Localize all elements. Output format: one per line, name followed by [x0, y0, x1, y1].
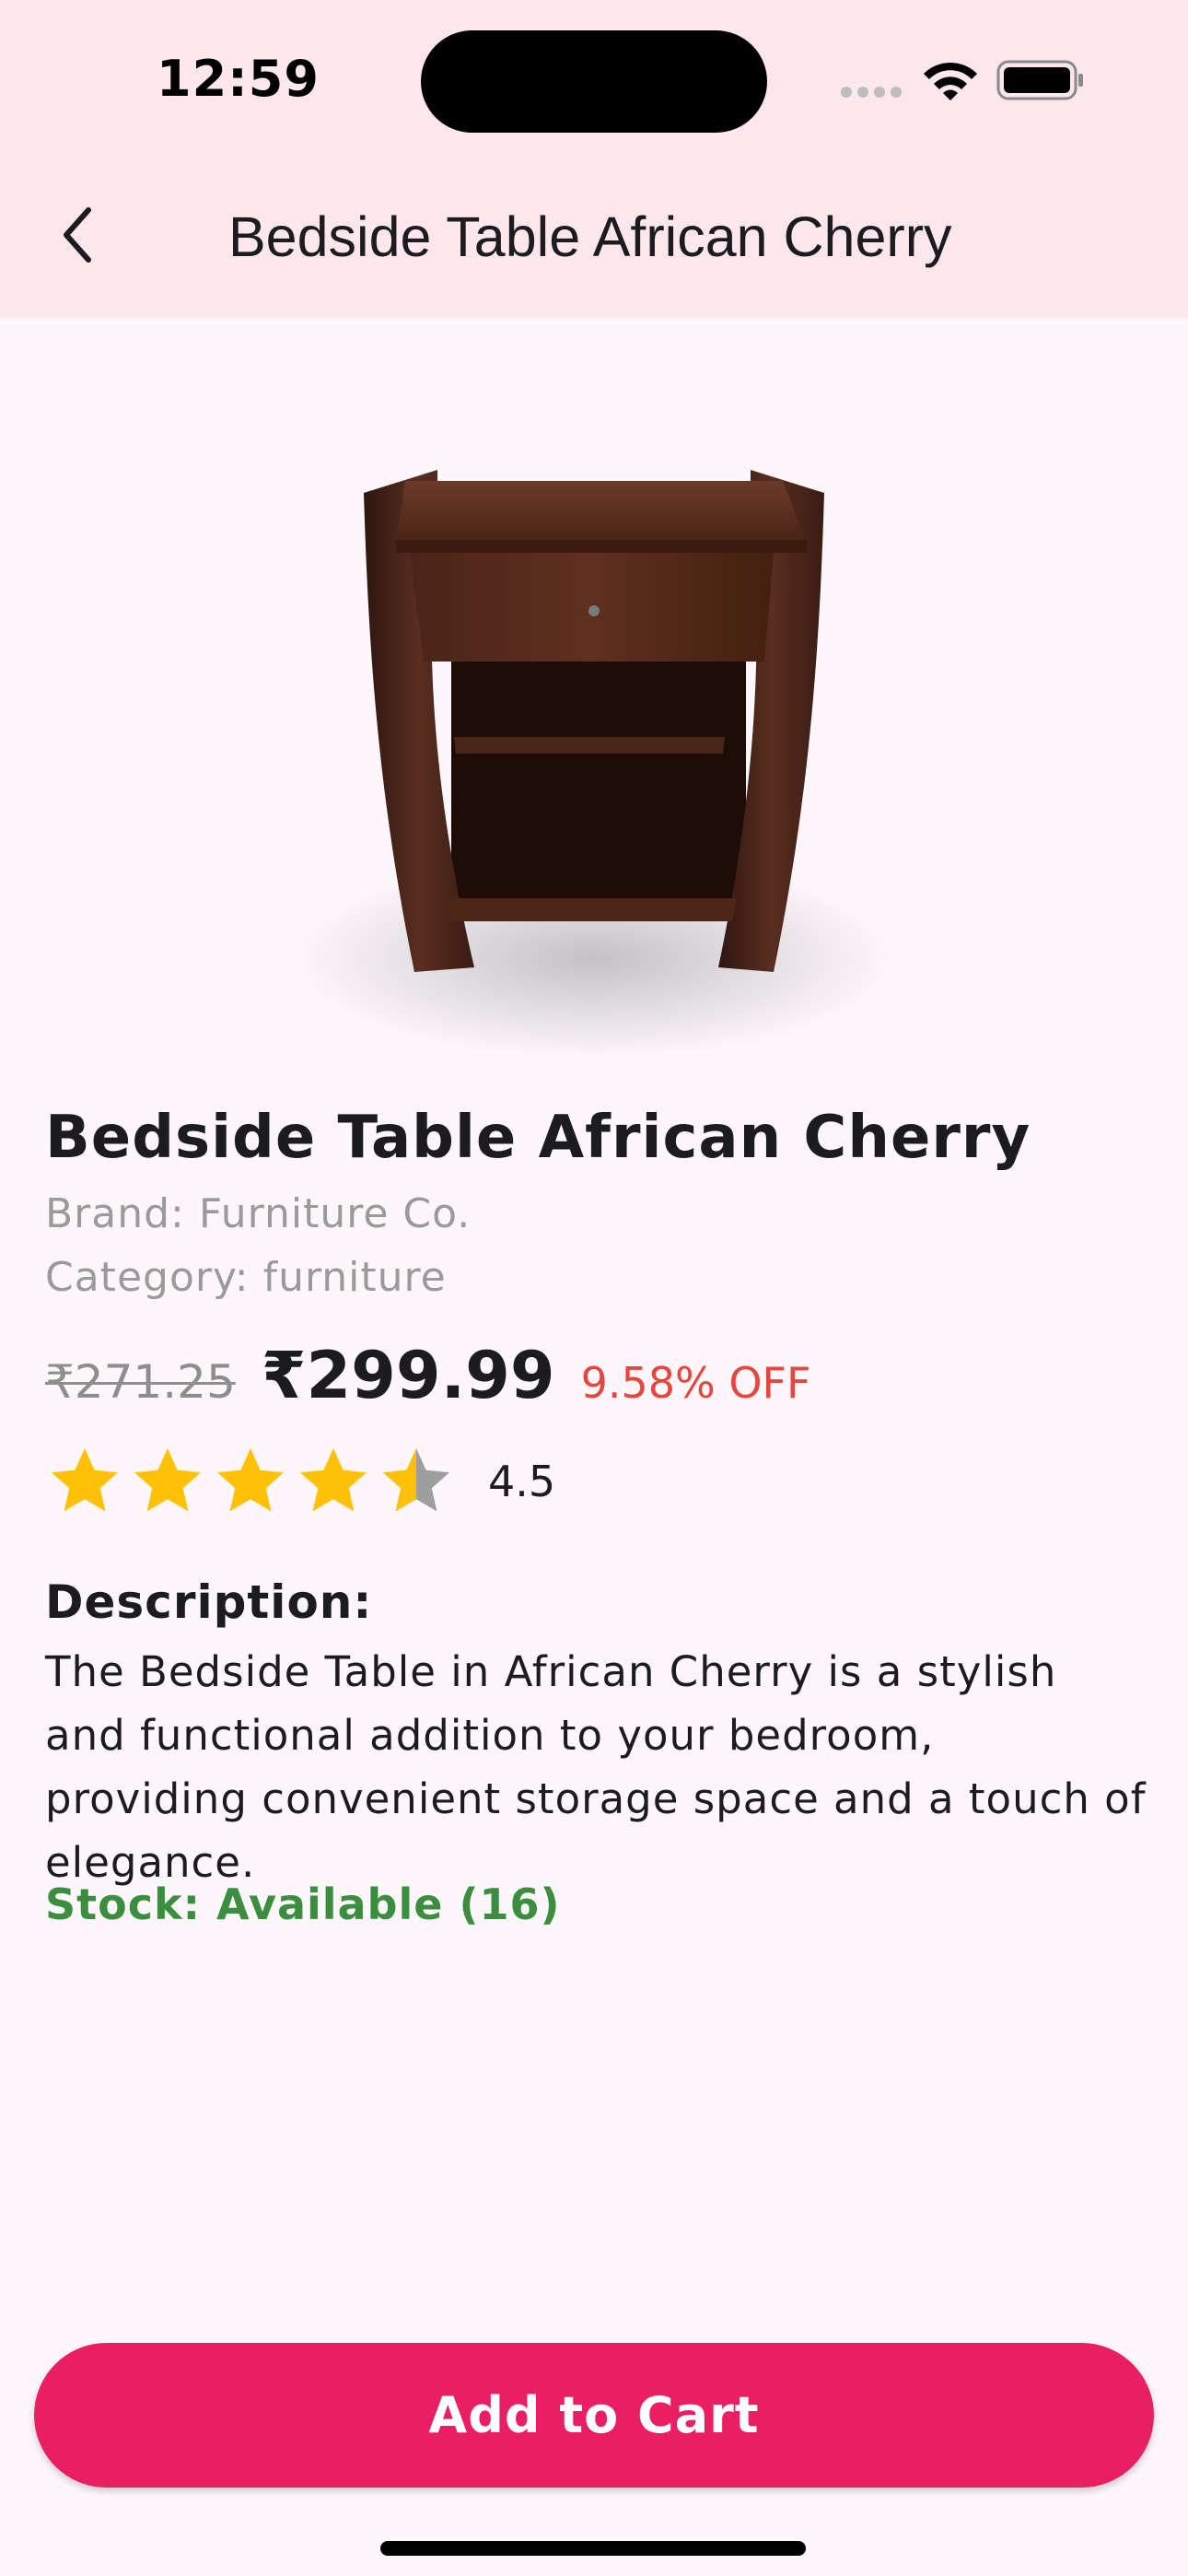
home-indicator[interactable] [380, 2541, 806, 2556]
current-price: ₹299.99 [261, 1338, 555, 1413]
product-name: Bedside Table African Cherry [45, 1104, 1031, 1172]
description-text: The Bedside Table in African Cherry is a… [45, 1647, 1147, 1887]
product-brand: Brand: Furniture Co. [45, 1190, 472, 1237]
wifi-icon [924, 62, 977, 100]
star-filled-icon [217, 1448, 284, 1512]
price-row: ₹271.25 ₹299.99 9.58% OFF [45, 1338, 811, 1413]
description-heading: Description: [45, 1575, 373, 1629]
back-button[interactable] [37, 189, 120, 281]
product-image [290, 470, 898, 1055]
cellular-signal-icon [841, 87, 902, 98]
battery-icon [996, 60, 1083, 100]
rating-row: 4.5 [48, 1445, 555, 1518]
status-bar: 12:59 [0, 0, 1188, 157]
original-price: ₹271.25 [45, 1355, 236, 1409]
star-filled-icon [52, 1448, 118, 1512]
product-category: Category: furniture [45, 1254, 447, 1301]
star-half-icon [383, 1448, 449, 1512]
discount-badge: 9.58% OFF [580, 1358, 811, 1408]
page-title: Bedside Table African Cherry [228, 205, 952, 268]
star-filled-icon [300, 1448, 367, 1512]
star-filled-icon [134, 1448, 201, 1512]
status-time: 12:59 [157, 50, 320, 108]
dynamic-island [421, 30, 767, 133]
add-to-cart-button[interactable]: Add to Cart [34, 2343, 1154, 2488]
stock-status: Stock: Available (16) [45, 1879, 561, 1929]
rating-value: 4.5 [488, 1457, 556, 1506]
chevron-left-icon [64, 207, 91, 263]
app-bar: Bedside Table African Cherry [0, 157, 1188, 318]
product-detail-screen: 12:59 Bedside Table African Cherry Bedsi… [0, 0, 1188, 2576]
